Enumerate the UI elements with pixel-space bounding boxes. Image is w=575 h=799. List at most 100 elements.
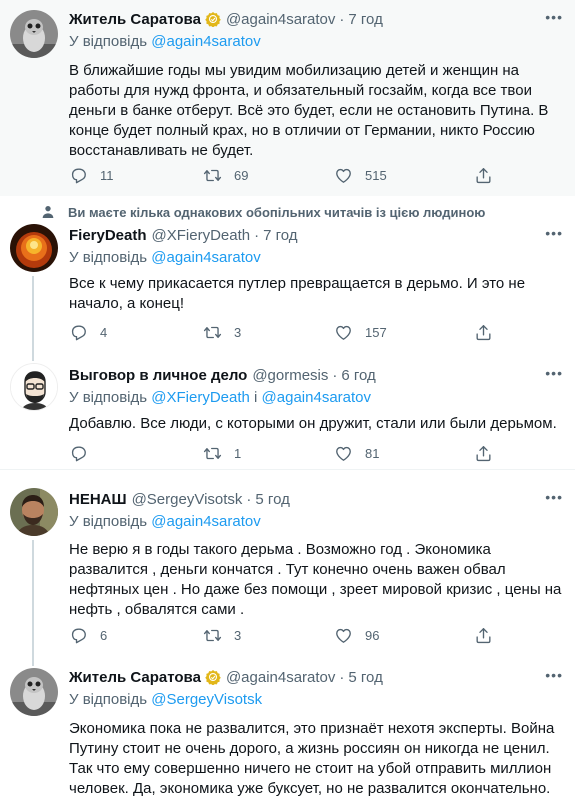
tweet-4[interactable]: НЕНАШ @SergeyVisotsk · 5 год ••• У відпо… xyxy=(0,469,575,659)
more-icon[interactable]: ••• xyxy=(545,10,563,24)
separator-dot: · xyxy=(332,366,338,384)
reply-icon xyxy=(69,323,88,342)
person-icon xyxy=(42,206,54,218)
retweet-icon xyxy=(203,166,222,185)
retweet-button[interactable]: 1 xyxy=(203,444,241,463)
author-name[interactable]: НЕНАШ xyxy=(69,491,127,508)
share-button[interactable] xyxy=(474,323,493,342)
share-icon xyxy=(474,444,493,463)
timestamp[interactable]: 7 год xyxy=(348,11,382,28)
author-name[interactable]: Выговор в личное дело xyxy=(69,367,247,384)
author-handle[interactable]: @gormesis xyxy=(252,367,328,384)
reply-prefix: У відповідь xyxy=(69,691,148,708)
timestamp[interactable]: 6 год xyxy=(341,367,375,384)
reply-button[interactable]: 6 xyxy=(69,626,107,645)
more-icon[interactable]: ••• xyxy=(545,668,563,682)
like-button[interactable]: 96 xyxy=(334,626,379,645)
reply-icon xyxy=(69,626,88,645)
verified-badge-icon xyxy=(205,11,221,27)
action-bar: 11 69 515 xyxy=(69,165,499,185)
share-button[interactable] xyxy=(474,444,493,463)
like-icon xyxy=(334,626,353,645)
separator-dot: · xyxy=(339,668,345,686)
reply-context: У відповідь @XFieryDeath і @again4sarato… xyxy=(69,389,563,409)
tweet-5[interactable]: Житель Саратова @again4saratov · 5 год •… xyxy=(0,658,575,798)
like-icon xyxy=(334,444,353,463)
reply-to-link[interactable]: @again4saratov xyxy=(151,249,260,266)
reply-to-link[interactable]: @XFieryDeath xyxy=(151,389,250,406)
share-icon xyxy=(474,626,493,645)
author-name[interactable]: FieryDeath xyxy=(69,227,147,244)
avatar-sergeyvisotsk[interactable] xyxy=(10,488,58,536)
retweet-count: 69 xyxy=(234,167,249,183)
social-context-text: Ви маєте кілька однакових обопільних чит… xyxy=(68,204,486,220)
reply-icon xyxy=(69,444,88,463)
retweet-icon xyxy=(203,626,222,645)
more-icon[interactable]: ••• xyxy=(545,490,563,504)
author-handle[interactable]: @SergeyVisotsk xyxy=(132,491,243,508)
timestamp[interactable]: 7 год xyxy=(263,227,297,244)
tweet-2[interactable]: Ви маєте кілька однакових обопільних чит… xyxy=(0,196,575,351)
reply-prefix: У відповідь xyxy=(69,249,148,266)
retweet-button[interactable]: 3 xyxy=(203,626,241,645)
social-context: Ви маєте кілька однакових обопільних чит… xyxy=(40,204,485,220)
reply-button[interactable]: 11 xyxy=(69,166,114,185)
reply-context: У відповідь @SergeyVisotsk xyxy=(69,691,563,711)
like-count: 81 xyxy=(365,445,380,461)
like-count: 96 xyxy=(365,627,380,643)
tweet-1[interactable]: Житель Саратова @again4saratov · 7 год •… xyxy=(0,0,575,196)
like-button[interactable]: 157 xyxy=(334,323,387,342)
avatar-gormesis[interactable] xyxy=(10,363,58,411)
separator-dot: · xyxy=(254,226,260,244)
author-name[interactable]: Житель Саратова xyxy=(69,669,201,686)
author-handle[interactable]: @again4saratov xyxy=(226,669,335,686)
like-button[interactable]: 515 xyxy=(334,166,387,185)
thread-line xyxy=(32,540,34,659)
timestamp[interactable]: 5 год xyxy=(255,491,289,508)
share-icon xyxy=(474,166,493,185)
action-bar: 4 3 157 xyxy=(69,322,499,342)
author-handle[interactable]: @again4saratov xyxy=(226,11,335,28)
reply-button[interactable]: 4 xyxy=(69,323,107,342)
tweet-text: Не верю я в годы такого дерьма . Возможн… xyxy=(69,541,562,618)
thread-line xyxy=(32,658,34,666)
reply-count: 4 xyxy=(100,324,108,340)
reply-icon xyxy=(69,166,88,185)
reply-context: У відповідь @again4saratov xyxy=(69,513,563,533)
retweet-button[interactable]: 3 xyxy=(203,323,241,342)
tweet-text: Все к чему прикасается путлер превращает… xyxy=(69,275,526,312)
separator-dot: · xyxy=(246,490,252,508)
retweet-button[interactable]: 69 xyxy=(203,166,248,185)
reply-to-link[interactable]: @again4saratov xyxy=(151,513,260,530)
tweet-text: Добавлю. Все люди, с которыми он дружит,… xyxy=(69,415,557,432)
like-button[interactable]: 81 xyxy=(334,444,379,463)
avatar-xfierydeath[interactable] xyxy=(10,224,58,272)
like-count: 515 xyxy=(365,167,387,183)
like-icon xyxy=(334,166,353,185)
author-handle[interactable]: @XFieryDeath xyxy=(152,227,251,244)
reply-count: 6 xyxy=(100,627,108,643)
reply-context: У відповідь @again4saratov xyxy=(69,33,563,53)
avatar-again4saratov[interactable] xyxy=(10,10,58,58)
author-name[interactable]: Житель Саратова xyxy=(69,11,201,28)
share-icon xyxy=(474,323,493,342)
action-bar: 6 3 96 xyxy=(69,625,499,645)
reply-prefix: У відповідь xyxy=(69,389,148,406)
reply-to-link-2[interactable]: @again4saratov xyxy=(262,389,371,406)
share-button[interactable] xyxy=(474,626,493,645)
more-icon[interactable]: ••• xyxy=(545,226,563,240)
retweet-count: 3 xyxy=(234,627,242,643)
avatar-again4saratov[interactable] xyxy=(10,668,58,716)
share-button[interactable] xyxy=(474,166,493,185)
reply-context: У відповідь @again4saratov xyxy=(69,249,563,269)
reply-to-link[interactable]: @SergeyVisotsk xyxy=(151,691,262,708)
timestamp[interactable]: 5 год xyxy=(348,669,382,686)
thread-line xyxy=(32,276,34,351)
more-icon[interactable]: ••• xyxy=(545,366,563,380)
reply-prefix: У відповідь xyxy=(69,33,148,50)
reply-to-link[interactable]: @again4saratov xyxy=(151,33,260,50)
reply-button[interactable] xyxy=(69,444,88,463)
tweet-text: Экономика пока не развалится, это призна… xyxy=(69,720,555,797)
retweet-count: 1 xyxy=(234,445,242,461)
tweet-3[interactable]: Выговор в личное дело @gormesis · 6 год … xyxy=(0,351,575,469)
